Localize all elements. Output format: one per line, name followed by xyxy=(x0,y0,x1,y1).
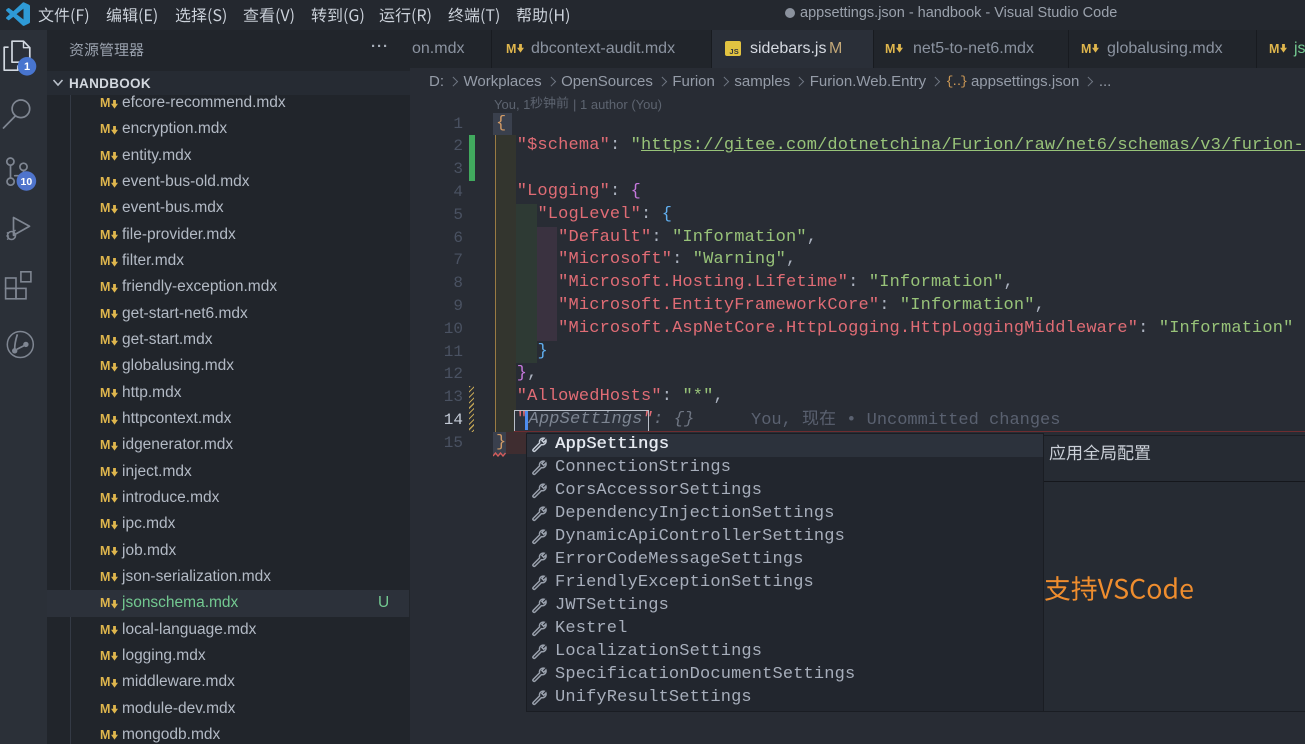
svg-text:10: 10 xyxy=(21,176,33,188)
svg-text:1: 1 xyxy=(24,61,30,73)
